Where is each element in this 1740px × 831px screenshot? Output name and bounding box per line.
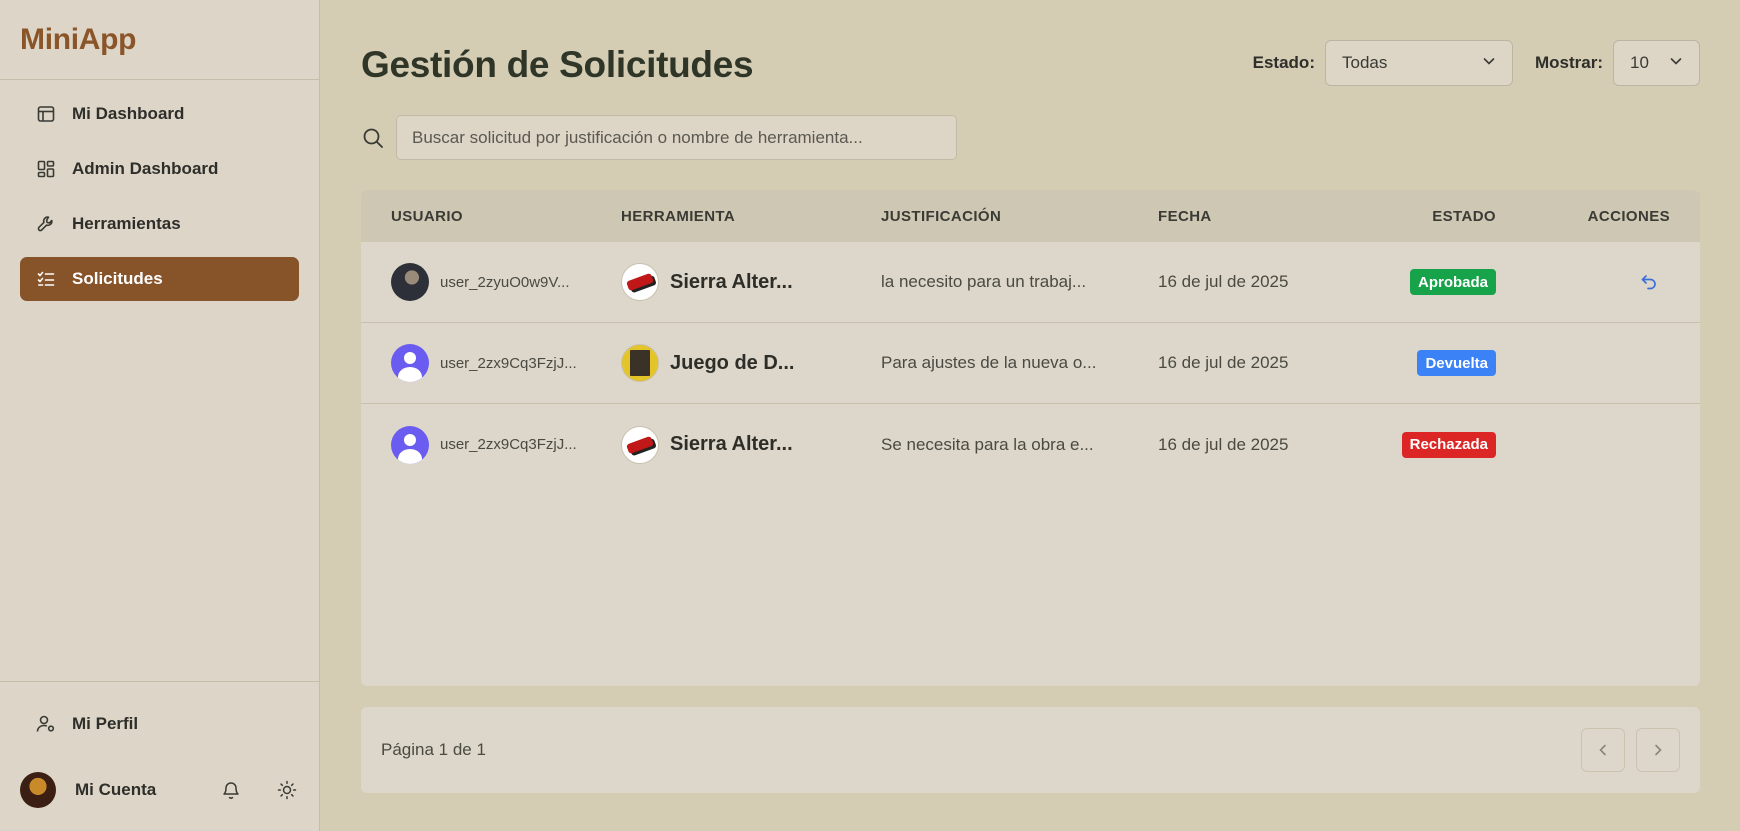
status-badge: Rechazada xyxy=(1401,431,1496,458)
status-badge: Aprobada xyxy=(1409,269,1496,295)
mostrar-select[interactable]: 10 xyxy=(1613,40,1700,86)
table-row[interactable]: user_2zx9Cq3FzjJ... Sierra Alter... Se n… xyxy=(361,404,1700,485)
tool-cell: Sierra Alter... xyxy=(621,263,881,301)
tool-name: Juego de D... xyxy=(670,351,795,374)
table-header: USUARIO HERRAMIENTA JUSTIFICACIÓN FECHA … xyxy=(361,190,1700,242)
justification-text: la necesito para un trabaj... xyxy=(881,272,1087,291)
sidebar-nav: Mi Dashboard Admin Dashboard Herramienta… xyxy=(0,80,319,301)
chevron-right-icon xyxy=(1655,744,1662,756)
tool-cell: Sierra Alter... xyxy=(621,425,881,464)
user-cell: user_2zyuO0w9V... xyxy=(361,263,621,301)
status-cell: Rechazada xyxy=(1358,431,1496,458)
sidebar-item-label: Mi Perfil xyxy=(72,714,139,733)
tool-thumbnail xyxy=(621,425,659,464)
tool-thumbnail xyxy=(621,344,659,382)
column-header-usuario[interactable]: USUARIO xyxy=(361,208,621,225)
sidebar-item-mi-dashboard[interactable]: Mi Dashboard xyxy=(20,92,299,136)
column-header-estado[interactable]: ESTADO xyxy=(1358,208,1496,225)
main-content: Gestión de Solicitudes Estado: Todas Mos… xyxy=(361,0,1700,831)
chevron-down-icon xyxy=(1482,53,1496,73)
justification-cell: Se necesita para la obra e... xyxy=(881,435,1158,455)
user-cell: user_2zx9Cq3FzjJ... xyxy=(361,344,621,382)
tool-name: Sierra Alter... xyxy=(670,270,793,293)
filters-bar: Estado: Todas Mostrar: 10 xyxy=(1253,40,1700,86)
tool-thumbnail xyxy=(621,263,659,301)
sidebar-item-mi-perfil[interactable]: Mi Perfil xyxy=(36,714,138,734)
avatar[interactable] xyxy=(20,772,56,808)
user-name: user_2zx9Cq3FzjJ... xyxy=(440,354,577,372)
user-avatar xyxy=(391,344,429,382)
user-cell: user_2zx9Cq3FzjJ... xyxy=(361,425,621,464)
page-title: Gestión de Solicitudes xyxy=(361,44,754,85)
user-name: user_2zyuO0w9V... xyxy=(440,273,570,291)
user-settings-icon xyxy=(36,714,56,734)
tool-cell: Juego de D... xyxy=(621,344,881,382)
wrench-icon xyxy=(36,214,56,234)
return-icon[interactable] xyxy=(1638,271,1660,293)
sidebar-item-label: Herramientas xyxy=(72,214,181,233)
sidebar-item-solicitudes[interactable]: Solicitudes xyxy=(20,257,299,301)
sidebar-item-label: Solicitudes xyxy=(72,269,163,288)
table-row[interactable]: user_2zx9Cq3FzjJ... Juego de D... Para a… xyxy=(361,323,1700,404)
column-header-justificacion[interactable]: JUSTIFICACIÓN xyxy=(881,208,1158,225)
sidebar-item-admin-dashboard[interactable]: Admin Dashboard xyxy=(20,147,299,191)
pagination-info: Página 1 de 1 xyxy=(381,740,486,759)
sun-icon[interactable] xyxy=(274,777,300,803)
account-bar: Mi Cuenta xyxy=(20,772,300,808)
chevron-left-icon xyxy=(1599,744,1606,756)
chevron-down-icon xyxy=(1669,53,1683,73)
estado-select[interactable]: Todas xyxy=(1324,40,1513,86)
justification-cell: Para ajustes de la nueva o... xyxy=(881,353,1158,373)
sidebar-item-herramientas[interactable]: Herramientas xyxy=(20,202,299,246)
date-text: 16 de jul de 2025 xyxy=(1158,434,1289,454)
table-row[interactable]: user_2zyuO0w9V... Sierra Alter... la nec… xyxy=(361,242,1700,323)
sidebar-item-label: Admin Dashboard xyxy=(72,159,219,178)
justification-cell: la necesito para un trabaj... xyxy=(881,272,1158,292)
next-page-button[interactable] xyxy=(1636,728,1680,772)
search-icon xyxy=(361,126,385,150)
status-badge: Devuelta xyxy=(1417,350,1496,376)
mostrar-selected-value: 10 xyxy=(1630,53,1649,72)
previous-page-button[interactable] xyxy=(1581,728,1625,772)
tool-name: Sierra Alter... xyxy=(670,433,793,455)
bell-icon[interactable] xyxy=(218,777,244,803)
mostrar-label: Mostrar: xyxy=(1534,53,1603,72)
sidebar-footer: Mi Perfil Mi Cuenta xyxy=(0,681,319,831)
date-text: 16 de jul de 2025 xyxy=(1158,272,1289,291)
estado-selected-value: Todas xyxy=(1341,53,1388,72)
actions-cell xyxy=(1496,271,1700,293)
date-cell: 16 de jul de 2025 xyxy=(1158,272,1358,292)
app-logo-text[interactable]: MiniApp xyxy=(20,23,137,57)
search-bar xyxy=(361,115,957,160)
date-cell: 16 de jul de 2025 xyxy=(1158,353,1358,373)
column-header-acciones: ACCIONES xyxy=(1587,207,1670,225)
user-name: user_2zx9Cq3FzjJ... xyxy=(440,436,577,453)
column-header-fecha[interactable]: FECHA xyxy=(1158,208,1358,225)
status-cell: Devuelta xyxy=(1358,350,1496,376)
user-avatar xyxy=(391,425,429,464)
date-text: 16 de jul de 2025 xyxy=(1158,353,1289,372)
date-cell: 16 de jul de 2025 xyxy=(1158,435,1358,455)
estado-label: Estado: xyxy=(1252,53,1315,72)
grid-icon xyxy=(36,159,56,179)
justification-text: Para ajustes de la nueva o... xyxy=(881,353,1097,372)
account-name[interactable]: Mi Cuenta xyxy=(75,780,188,800)
search-input[interactable] xyxy=(396,115,957,160)
justification-text: Se necesita para la obra e... xyxy=(881,434,1094,454)
brand: MiniApp xyxy=(0,0,319,80)
requests-table: USUARIO HERRAMIENTA JUSTIFICACIÓN FECHA … xyxy=(361,190,1700,686)
sidebar-item-label: Mi Dashboard xyxy=(72,104,185,123)
status-cell: Aprobada xyxy=(1358,269,1496,295)
pagination: Página 1 de 1 xyxy=(361,707,1700,793)
checklist-icon xyxy=(36,269,56,289)
sidebar: MiniApp Mi Dashboard Admin Dashboard Her… xyxy=(0,0,320,831)
column-header-herramienta[interactable]: HERRAMIENTA xyxy=(621,208,881,225)
user-avatar xyxy=(391,263,429,301)
calendar-icon xyxy=(36,104,56,124)
